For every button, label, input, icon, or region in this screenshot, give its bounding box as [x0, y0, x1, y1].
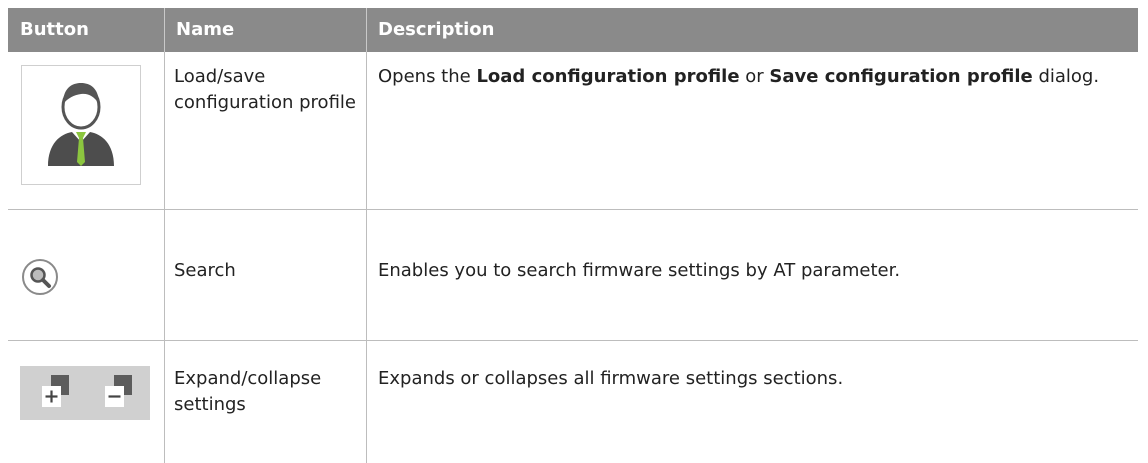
row-name: Expand/collapse settings — [174, 368, 322, 415]
expand-collapse-icon — [20, 366, 150, 420]
header-description: Description — [378, 19, 495, 40]
row-divider — [8, 340, 1138, 341]
header-button: Button — [20, 19, 89, 40]
table-header: Button Name Description — [8, 8, 1138, 52]
row-name: Search — [174, 260, 236, 281]
row-description: Opens the Load configuration profile or … — [378, 66, 1100, 87]
search-icon — [20, 257, 60, 297]
header-name: Name — [176, 19, 235, 40]
row-name: Load/save configuration profile — [174, 66, 356, 113]
row-divider — [8, 209, 1138, 210]
user-profile-icon — [21, 65, 141, 185]
row-description: Enables you to search firmware settings … — [378, 260, 901, 281]
load-profile-term: Load configuration profile — [476, 66, 740, 87]
save-profile-term: Save configuration profile — [769, 66, 1033, 87]
row-description: Expands or collapses all firmware settin… — [378, 368, 844, 389]
